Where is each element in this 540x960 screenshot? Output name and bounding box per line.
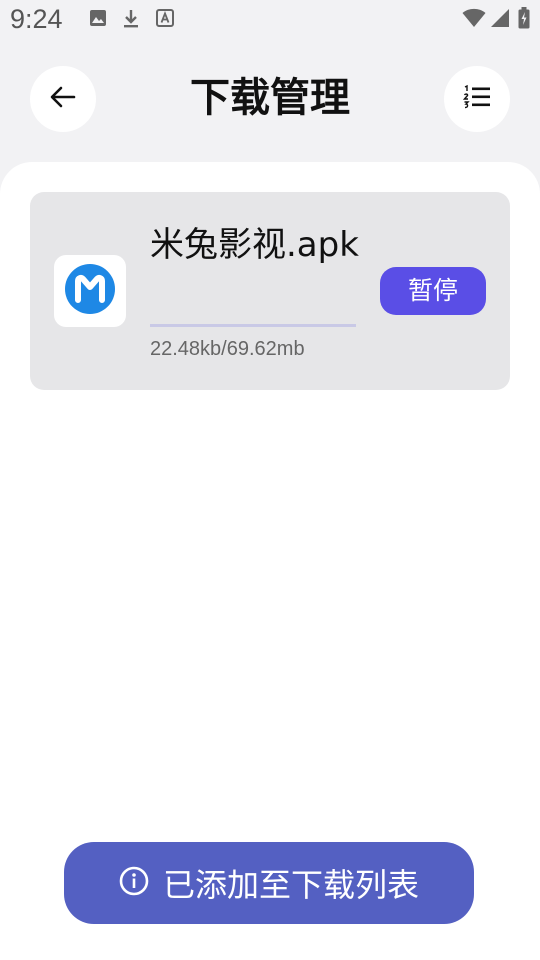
page-title: 下载管理	[190, 75, 350, 121]
download-item[interactable]: 米兔影视.apk 22.48kb/69.62mb 暂停	[30, 192, 510, 390]
toast-notification: 已添加至下载列表	[64, 842, 474, 924]
top-app-bar: 下载管理	[0, 40, 540, 160]
signal-icon	[490, 8, 510, 32]
info-icon	[119, 866, 149, 900]
pause-button[interactable]: 暂停	[380, 267, 486, 315]
battery-icon	[518, 7, 530, 33]
status-time: 9:24	[10, 4, 63, 34]
app-icon	[54, 255, 126, 327]
download-progress-bar	[150, 324, 356, 327]
app-m-logo-icon	[64, 263, 116, 319]
download-list-panel: 米兔影视.apk 22.48kb/69.62mb 暂停	[0, 162, 540, 960]
back-button[interactable]	[30, 66, 96, 132]
image-icon	[89, 9, 107, 31]
file-size-text: 22.48kb/69.62mb	[150, 338, 305, 360]
wifi-icon	[462, 8, 486, 32]
download-icon	[122, 9, 140, 33]
numbered-list-icon	[462, 84, 491, 114]
list-menu-button[interactable]	[444, 66, 510, 132]
status-bar: 9:24	[0, 0, 540, 40]
font-icon	[156, 9, 174, 31]
arrow-left-icon	[48, 82, 78, 116]
file-name: 米兔影视.apk	[150, 225, 359, 265]
toast-message: 已添加至下载列表	[162, 866, 419, 904]
